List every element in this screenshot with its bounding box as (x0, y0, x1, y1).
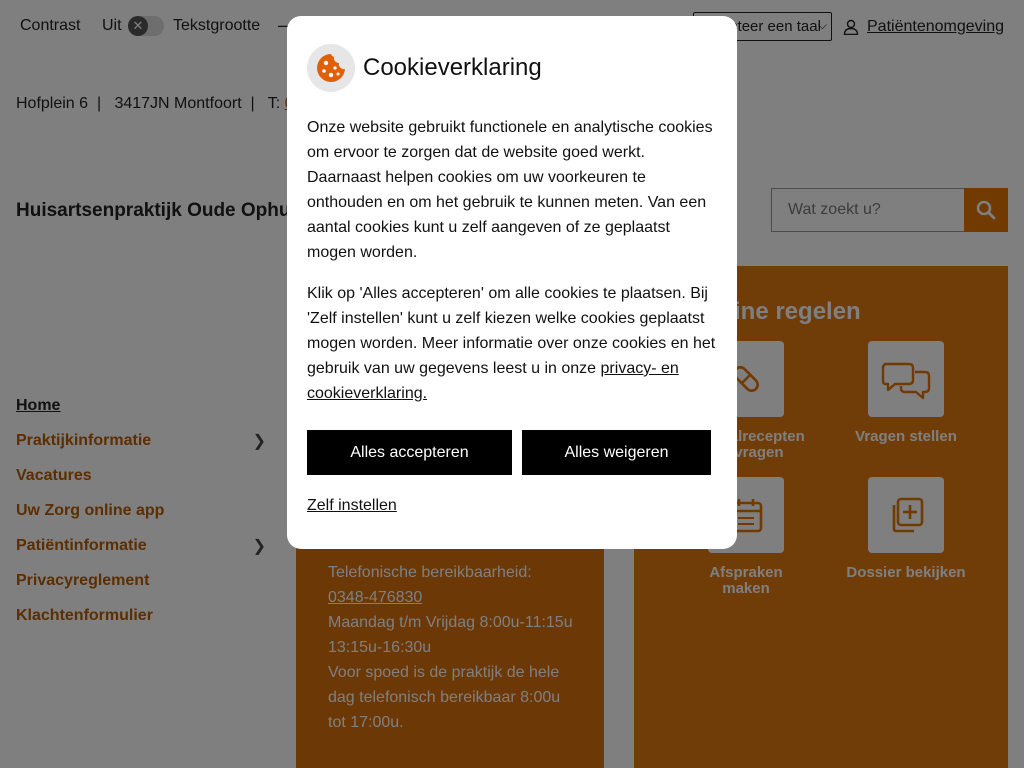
cookie-consent-dialog: Cookieverklaring Onze website gebruikt f… (287, 16, 737, 549)
cookie-icon (307, 44, 355, 92)
dialog-title: Cookieverklaring (363, 54, 542, 81)
cookie-glyph (317, 54, 345, 82)
dialog-text-more: Klik op 'Alles accepteren' om alle cooki… (307, 281, 721, 406)
dialog-text: Onze website gebruikt functionele en ana… (307, 119, 713, 261)
accept-all-button[interactable]: Alles accepteren (307, 430, 512, 475)
reject-all-button[interactable]: Alles weigeren (522, 430, 711, 475)
customize-cookies-link[interactable]: Zelf instellen (307, 497, 397, 515)
